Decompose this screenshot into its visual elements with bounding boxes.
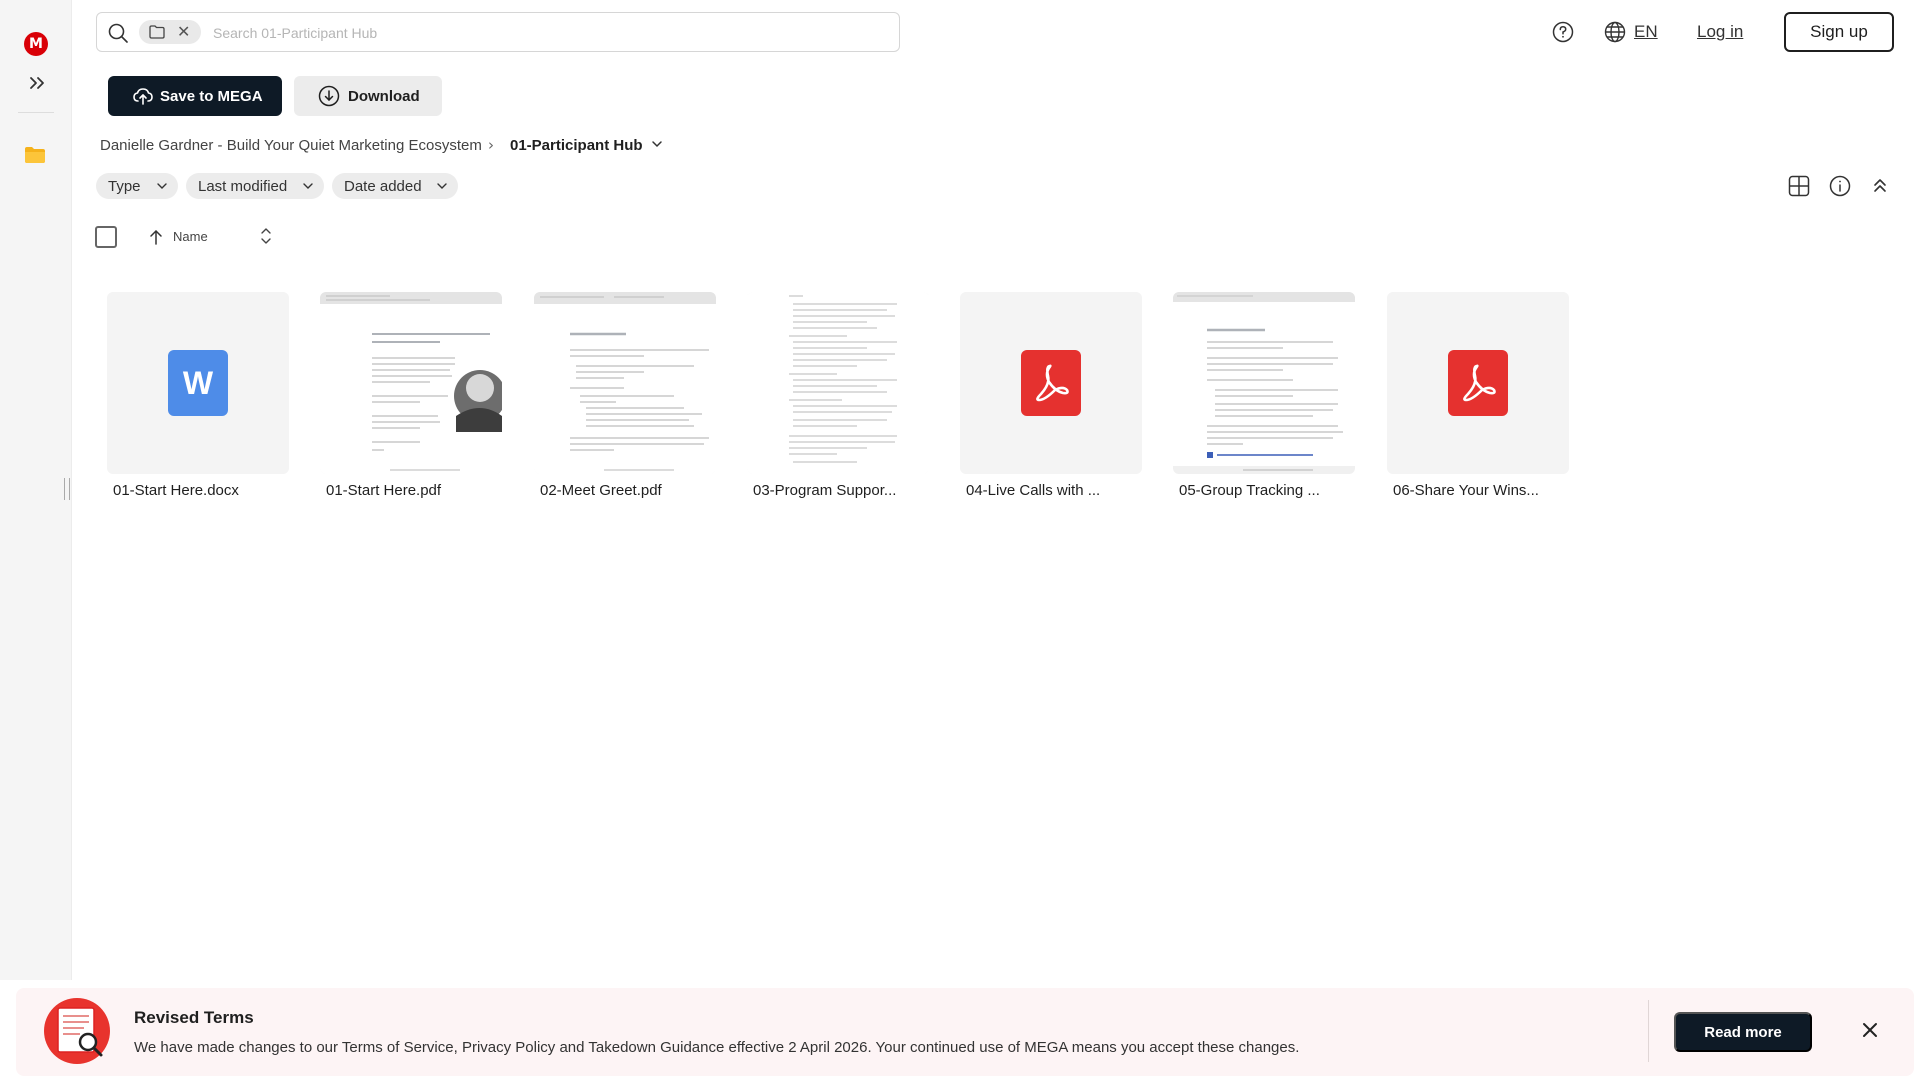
breadcrumb-parent[interactable]: Danielle Gardner - Build Your Quiet Mark…: [100, 137, 482, 154]
file-item[interactable]: 03-Program Suppor...: [747, 292, 929, 499]
pdf-file-icon: [1448, 350, 1508, 416]
file-name: 04-Live Calls with ...: [966, 482, 1101, 499]
pdf-page-preview: [534, 292, 716, 474]
chevron-down-icon[interactable]: [650, 137, 664, 151]
search-scope-chip[interactable]: ✕: [139, 20, 201, 44]
file-item[interactable]: W 01-Start Here.docx: [107, 292, 289, 499]
file-item[interactable]: 01-Start Here.pdf: [320, 292, 502, 499]
breadcrumb-current: 01-Participant Hub: [510, 137, 643, 154]
sidebar-divider: [18, 112, 54, 113]
pdf-file-icon: [1021, 350, 1081, 416]
sidebar: M: [0, 0, 72, 980]
banner-title: Revised Terms: [134, 1008, 254, 1027]
select-all-checkbox[interactable]: [95, 226, 117, 248]
signup-button[interactable]: Sign up: [1784, 12, 1894, 52]
word-letter: W: [182, 364, 214, 401]
close-icon[interactable]: [1860, 1020, 1880, 1040]
type-filter-label: Type: [108, 177, 141, 195]
expand-sidebar-icon[interactable]: [26, 72, 48, 94]
name-column-header[interactable]: Name: [173, 229, 208, 244]
file-name: 02-Meet Greet.pdf: [540, 482, 662, 499]
file-item[interactable]: 02-Meet Greet.pdf: [534, 292, 716, 499]
cloud-upload-icon: [133, 88, 153, 105]
file-name: 03-Program Suppor...: [753, 482, 897, 499]
save-label: Save to MEGA: [160, 87, 263, 105]
file-thumbnail[interactable]: [1173, 292, 1355, 474]
download-label: Download: [348, 87, 420, 105]
file-thumbnail[interactable]: [960, 292, 1142, 474]
help-icon[interactable]: [1552, 21, 1574, 43]
close-icon[interactable]: ✕: [177, 22, 190, 41]
word-document-icon: W: [168, 350, 228, 416]
globe-icon[interactable]: [1604, 21, 1626, 43]
search-bar[interactable]: ✕: [96, 12, 900, 52]
grid-view-icon[interactable]: [1788, 175, 1810, 197]
file-thumbnail[interactable]: [534, 292, 716, 474]
pdf-page-preview: [747, 292, 929, 474]
search-icon: [108, 23, 128, 43]
pdf-page-preview: [1173, 292, 1355, 474]
date-added-label: Date added: [344, 177, 422, 195]
chevron-down-icon: [157, 183, 167, 189]
last-modified-label: Last modified: [198, 177, 288, 195]
revised-terms-banner: Revised Terms We have made changes to ou…: [16, 988, 1914, 1076]
file-name: 05-Group Tracking ...: [1179, 482, 1320, 499]
sidebar-resize-handle[interactable]: [64, 478, 70, 500]
file-name: 01-Start Here.pdf: [326, 482, 442, 499]
date-added-filter[interactable]: Date added: [332, 173, 458, 199]
arrow-up-icon[interactable]: [148, 228, 164, 246]
search-input[interactable]: [213, 21, 873, 45]
terms-document-icon: [44, 998, 110, 1064]
file-item[interactable]: 05-Group Tracking ...: [1173, 292, 1355, 499]
last-modified-filter[interactable]: Last modified: [186, 173, 324, 199]
language-selector[interactable]: EN: [1634, 22, 1658, 42]
pdf-page-preview: [320, 292, 502, 474]
file-name: 06-Share Your Wins...: [1393, 482, 1539, 499]
file-thumbnail[interactable]: [747, 292, 929, 474]
chevron-down-icon: [437, 183, 447, 189]
file-thumbnail[interactable]: W: [107, 292, 289, 474]
login-link[interactable]: Log in: [1697, 22, 1743, 42]
save-to-mega-button[interactable]: Save to MEGA: [108, 76, 282, 116]
banner-divider: [1648, 1000, 1649, 1062]
logo-letter: M: [29, 36, 43, 52]
file-item[interactable]: 06-Share Your Wins...: [1387, 292, 1569, 499]
file-name: 01-Start Here.docx: [113, 482, 239, 499]
type-filter[interactable]: Type: [96, 173, 178, 199]
cloud-drive-folder-icon[interactable]: [24, 146, 46, 164]
download-icon: [318, 85, 340, 107]
folder-icon: [149, 25, 165, 39]
sort-toggle-icon[interactable]: [258, 226, 274, 246]
file-thumbnail[interactable]: [1387, 292, 1569, 474]
breadcrumb-separator: ›: [488, 136, 494, 154]
file-item[interactable]: 04-Live Calls with ...: [960, 292, 1142, 499]
read-more-button[interactable]: Read more: [1674, 1012, 1812, 1052]
collapse-icon[interactable]: [1870, 175, 1890, 197]
info-icon[interactable]: [1829, 175, 1851, 197]
chevron-down-icon: [303, 183, 313, 189]
banner-text: We have made changes to our Terms of Ser…: [134, 1039, 1300, 1056]
download-button[interactable]: Download: [294, 76, 442, 116]
mega-logo[interactable]: M: [24, 32, 48, 56]
file-thumbnail[interactable]: [320, 292, 502, 474]
